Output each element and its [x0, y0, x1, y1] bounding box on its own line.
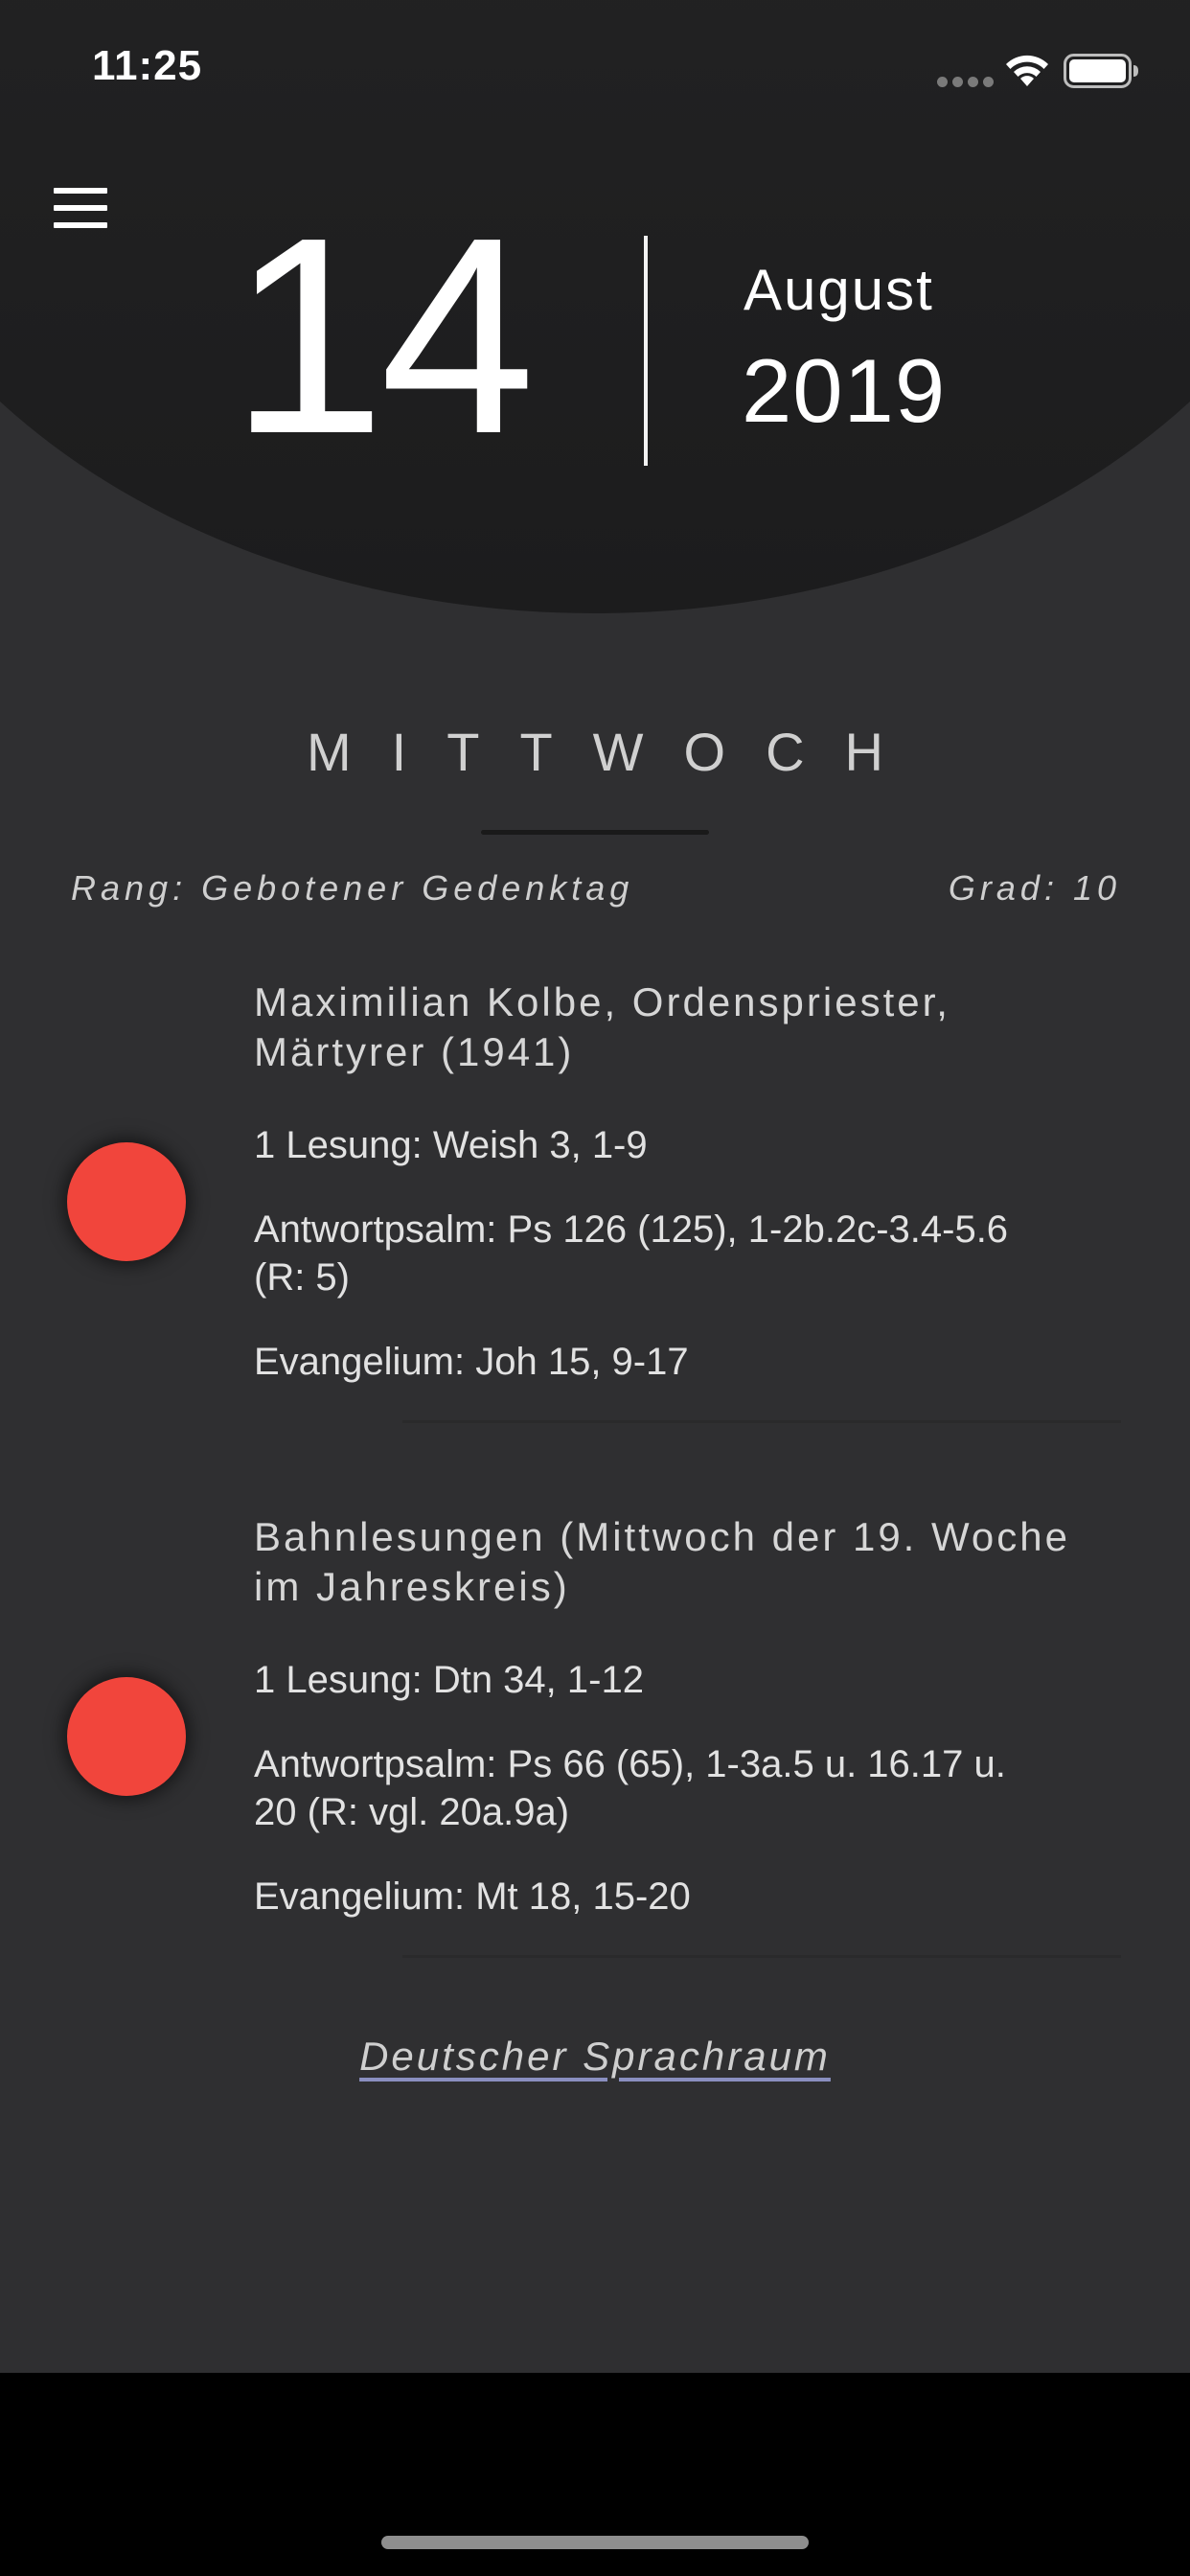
status-time: 11:25	[92, 42, 203, 89]
language-region-link-label[interactable]: Deutscher Sprachraum	[359, 2034, 831, 2079]
first-reading: 1 Lesung: Dtn 34, 1-12	[254, 1659, 644, 1701]
app-screen: 11:25 14 August 2019 MITTWOCH Rang: Gebo…	[0, 0, 1190, 2576]
psalm: Antwortpsalm: Ps 126 (125), 1-2b.2c-3.4-…	[254, 1206, 1135, 1301]
liturgical-color-dot	[67, 1142, 186, 1261]
meta-row: Rang: Gebotener Gedenktag Grad: 10	[71, 868, 1121, 908]
reading-title-line: Bahnlesungen (Mittwoch der 19. Woche	[254, 1514, 1070, 1559]
battery-icon	[1064, 54, 1138, 88]
home-indicator[interactable]	[381, 2536, 809, 2549]
reading-title-line: Maximilian Kolbe, Ordenspriester,	[254, 979, 950, 1024]
grade-label: Grad: 10	[948, 868, 1121, 908]
year-label: 2019	[742, 340, 947, 441]
date-divider	[644, 236, 648, 466]
psalm-line: Antwortpsalm: Ps 66 (65), 1-3a.5 u. 16.1…	[254, 1743, 1006, 1785]
reading-title-line: im Jahreskreis)	[254, 1564, 570, 1609]
wifi-icon	[1006, 55, 1048, 86]
psalm: Antwortpsalm: Ps 66 (65), 1-3a.5 u. 16.1…	[254, 1740, 1135, 1836]
month-label: August	[744, 258, 934, 322]
reading-title: Maximilian Kolbe, Ordenspriester, Märtyr…	[254, 978, 1135, 1077]
psalm-line: 20 (R: vgl. 20a.9a)	[254, 1791, 570, 1833]
gospel: Evangelium: Mt 18, 15-20	[254, 1875, 691, 1918]
reading-title: Bahnlesungen (Mittwoch der 19. Woche im …	[254, 1512, 1135, 1612]
reading-separator	[402, 1420, 1121, 1423]
reading-title-line: Märtyrer (1941)	[254, 1029, 575, 1074]
day-number: 14	[230, 179, 536, 492]
psalm-line: Antwortpsalm: Ps 126 (125), 1-2b.2c-3.4-…	[254, 1208, 1009, 1251]
gospel: Evangelium: Joh 15, 9-17	[254, 1341, 689, 1383]
weekday-underline	[481, 830, 709, 835]
first-reading: 1 Lesung: Weish 3, 1-9	[254, 1124, 648, 1166]
reading-separator	[402, 1955, 1121, 1958]
language-region-link[interactable]: Deutscher Sprachraum	[0, 2034, 1190, 2080]
status-bar: 11:25	[0, 0, 1190, 134]
rank-label: Rang: Gebotener Gedenktag	[71, 868, 634, 908]
psalm-line: (R: 5)	[254, 1256, 350, 1299]
hamburger-menu-icon[interactable]	[54, 188, 109, 228]
weekday-title: MITTWOCH	[307, 722, 924, 782]
cellular-signal-icon	[937, 77, 994, 87]
liturgical-color-dot	[67, 1677, 186, 1796]
